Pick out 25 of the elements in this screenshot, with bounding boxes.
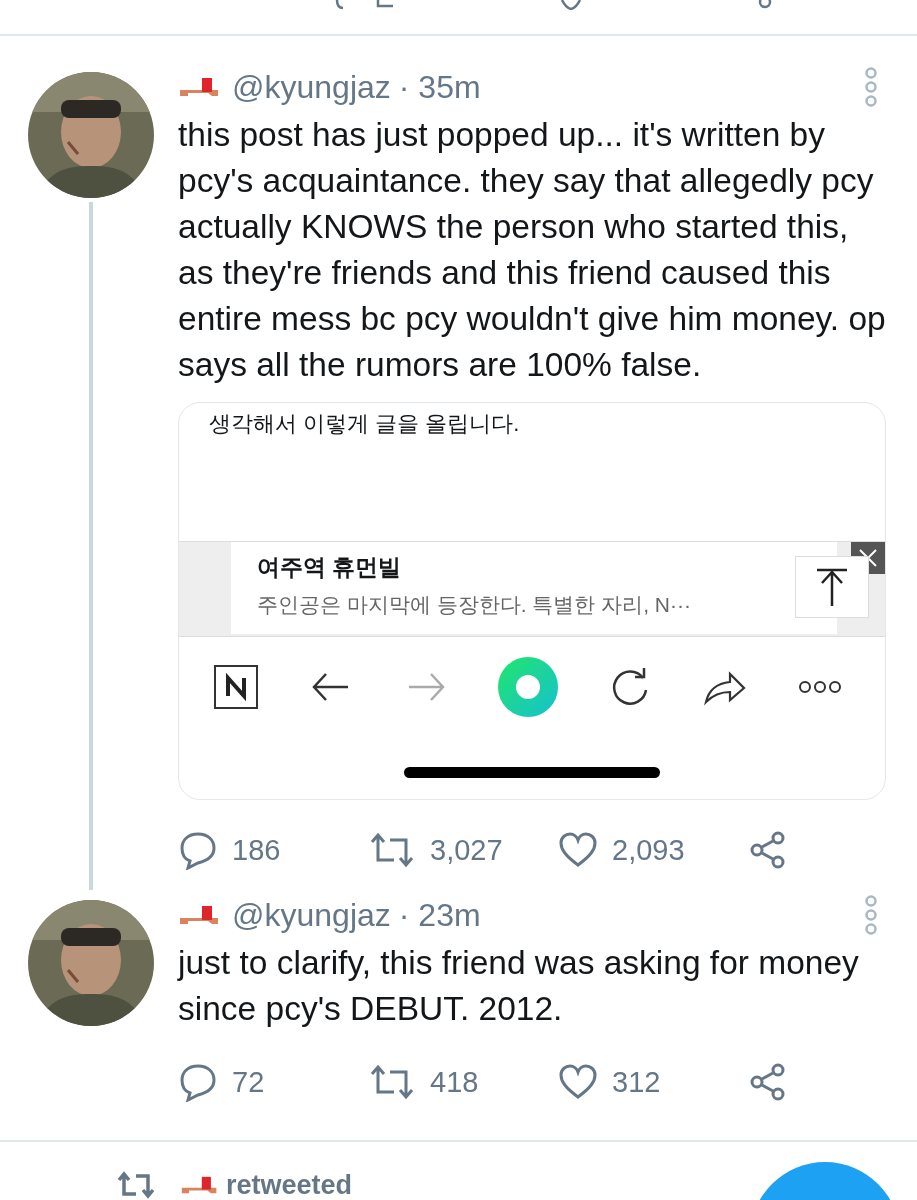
- reply-icon[interactable]: [178, 830, 218, 870]
- reply-count: 186: [232, 833, 281, 867]
- tweet-text: this post has just popped up... it's written by pcy's acquaintance. they say that allegedly pcy actually KNOWS the person who started this, as they're friends and this friend caused this entire mess bc pcy wouldn't give him money. op says all the rumors are 100% false.: [178, 115, 887, 385]
- user-handle[interactable]: @kyungjaz: [232, 896, 391, 934]
- reply-icon[interactable]: [178, 1062, 218, 1102]
- tweet-time: · 35m: [398, 68, 481, 106]
- ad-card[interactable]: 여주역 휴먼빌 주인공은 마지막에 등장한다. 특별한 자리, N···: [231, 542, 837, 634]
- like-count: 2,093: [612, 833, 685, 867]
- attached-screenshot[interactable]: 생각해서 이렇게 글을 올립니다. 여주역 휴먼빌 주인공은 마지막에 등장한다. 특별한 자리, N···: [178, 402, 886, 800]
- post-text: 생각해서 이렇게 글을 올립니다.: [208, 410, 521, 438]
- tweet-time: · 23m: [398, 896, 481, 934]
- scroll-top-icon[interactable]: [795, 556, 869, 618]
- n-logo-icon[interactable]: [213, 664, 259, 710]
- retweet-icon[interactable]: [368, 830, 416, 870]
- retweet-count: 418: [430, 1065, 479, 1099]
- tweet-text: just to clarify, this friend was asking for money since pcy's DEBUT. 2012.: [178, 943, 860, 1029]
- retweet-icon: [116, 1170, 156, 1200]
- retweet-count: 3,027: [430, 833, 503, 867]
- retweet-icon[interactable]: [368, 1062, 416, 1102]
- user-handle[interactable]: @kyungjaz: [232, 68, 391, 106]
- ad-title: 여주역 휴먼빌: [257, 553, 403, 582]
- reply-count: 72: [232, 1065, 265, 1099]
- ad-text: 주인공은 마지막에 등장한다. 특별한 자리, N···: [257, 592, 692, 618]
- like-count: 312: [612, 1065, 661, 1099]
- retweeted-label: retweeted: [226, 1169, 353, 1200]
